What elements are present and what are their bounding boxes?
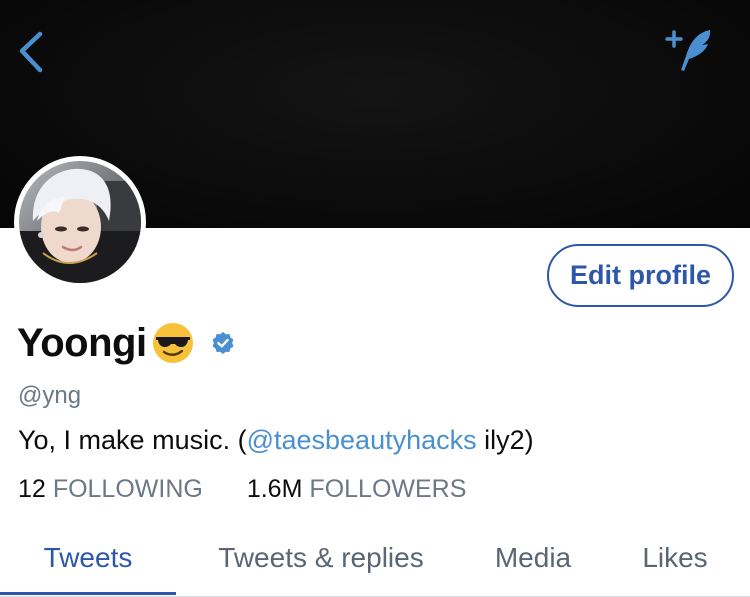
sunglasses-emoji-icon <box>152 323 193 363</box>
verified-badge-icon <box>212 332 233 354</box>
compose-tweet-button[interactable] <box>664 26 720 74</box>
following-label: FOLLOWING <box>52 475 203 503</box>
compose-tweet-icon <box>665 30 711 71</box>
bio-text-start: Yo, I make music. ( <box>18 425 247 455</box>
profile-stats: 12 FOLLOWING 1.6M FOLLOWERS <box>18 475 466 504</box>
profile-name-row: Yoongi <box>17 318 235 368</box>
following-count: 12 <box>18 475 46 503</box>
edit-profile-button[interactable]: Edit profile <box>547 244 734 307</box>
following-stat[interactable]: 12 FOLLOWING <box>18 475 203 504</box>
profile-avatar[interactable] <box>14 156 146 288</box>
tab-tweets[interactable]: Tweets <box>0 520 176 595</box>
profile-bio: Yo, I make music. (@taesbeautyhacks ily2… <box>18 425 534 456</box>
bio-text-end: ily2) <box>476 425 534 455</box>
display-name: Yoongi <box>17 320 147 365</box>
bio-mention-link[interactable]: @taesbeautyhacks <box>247 425 477 455</box>
tab-media[interactable]: Media <box>466 520 600 595</box>
chevron-left-icon <box>19 31 43 73</box>
profile-handle: @yng <box>18 382 82 409</box>
profile-photo <box>19 161 141 283</box>
followers-stat[interactable]: 1.6M FOLLOWERS <box>247 475 467 504</box>
followers-count: 1.6M <box>246 475 303 503</box>
active-tab-indicator <box>0 592 176 595</box>
tab-likes[interactable]: Likes <box>600 520 750 595</box>
followers-label: FOLLOWERS <box>309 475 467 503</box>
profile-tabs: Tweets Tweets & replies Media Likes <box>0 520 750 597</box>
back-button[interactable] <box>12 26 52 76</box>
tab-tweets-and-replies[interactable]: Tweets & replies <box>176 520 466 595</box>
